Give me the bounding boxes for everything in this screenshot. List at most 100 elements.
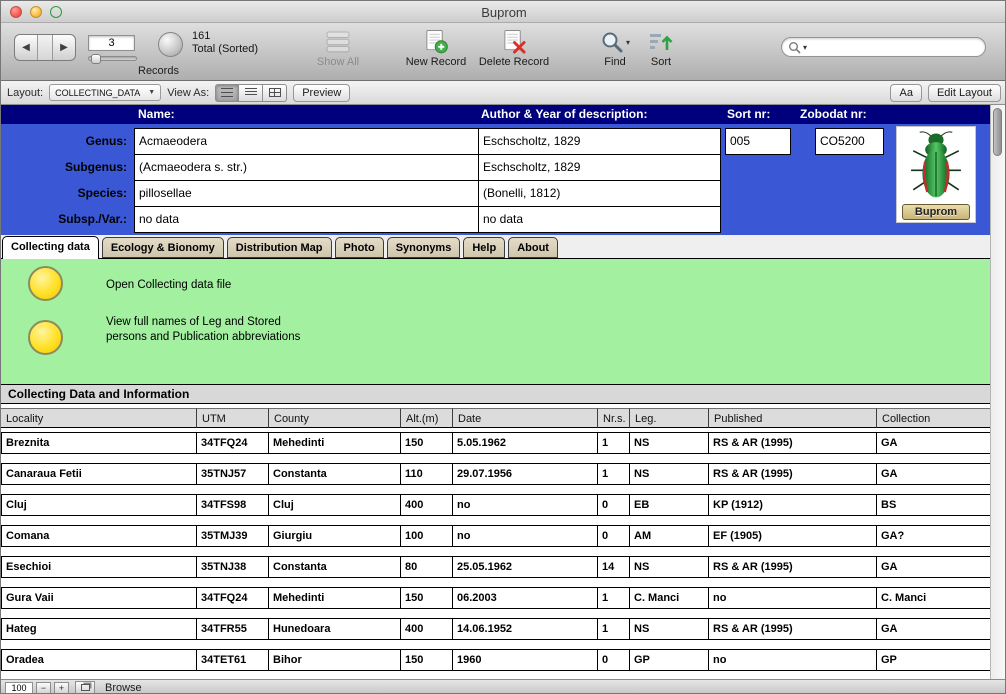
zoom-level-field[interactable]: 100: [5, 682, 33, 694]
find-dropdown-arrow[interactable]: ▾: [626, 38, 630, 47]
layout-popup[interactable]: COLLECTING_DATA ▼: [49, 84, 161, 101]
table-cell[interactable]: no: [708, 587, 877, 609]
table-cell[interactable]: C. Manci: [876, 587, 992, 609]
species-field[interactable]: pillosellae: [134, 180, 479, 207]
subgenus-field[interactable]: (Acmaeodera s. str.): [134, 154, 479, 181]
tab-synonyms[interactable]: Synonyms: [387, 237, 461, 258]
status-toolbar-toggle-button[interactable]: [75, 681, 95, 694]
table-cell[interactable]: NS: [629, 556, 709, 578]
vertical-scrollbar[interactable]: [990, 105, 1005, 679]
table-cell[interactable]: Breznita: [1, 432, 197, 454]
next-record-button[interactable]: ▶: [53, 35, 75, 60]
table-cell[interactable]: 80: [400, 556, 453, 578]
table-cell[interactable]: 34TFQ24: [196, 432, 269, 454]
table-cell[interactable]: GA: [876, 432, 992, 454]
table-cell[interactable]: NS: [629, 463, 709, 485]
table-cell[interactable]: Gura Vaii: [1, 587, 197, 609]
table-cell[interactable]: no: [708, 649, 877, 671]
table-cell[interactable]: Mehedinti: [268, 432, 401, 454]
table-cell[interactable]: C. Manci: [629, 587, 709, 609]
table-cell[interactable]: Constanta: [268, 463, 401, 485]
table-cell[interactable]: Cluj: [268, 494, 401, 516]
previous-record-button[interactable]: ◀: [15, 35, 37, 60]
table-cell[interactable]: no: [452, 525, 598, 547]
table-cell[interactable]: NS: [629, 432, 709, 454]
search-dropdown-arrow[interactable]: ▾: [803, 43, 807, 52]
table-cell[interactable]: RS & AR (1995): [708, 556, 877, 578]
table-cell[interactable]: 06.2003: [452, 587, 598, 609]
table-cell[interactable]: EF (1905): [708, 525, 877, 547]
table-cell[interactable]: 1: [597, 432, 630, 454]
table-cell[interactable]: 0: [597, 494, 630, 516]
table-cell[interactable]: GA: [876, 618, 992, 640]
table-cell[interactable]: 29.07.1956: [452, 463, 598, 485]
preview-button[interactable]: Preview: [293, 84, 350, 102]
table-cell[interactable]: Comana: [1, 525, 197, 547]
table-cell[interactable]: EB: [629, 494, 709, 516]
subgenus-author-field[interactable]: Eschscholtz, 1829: [478, 154, 721, 181]
list-view-button[interactable]: [239, 84, 263, 102]
table-cell[interactable]: 1: [597, 618, 630, 640]
table-cell[interactable]: 1: [597, 463, 630, 485]
zoom-out-button[interactable]: −: [36, 682, 51, 694]
table-cell[interactable]: Canaraua Fetii: [1, 463, 197, 485]
table-view-button[interactable]: [263, 84, 287, 102]
table-cell[interactable]: 5.05.1962: [452, 432, 598, 454]
table-cell[interactable]: 14.06.1952: [452, 618, 598, 640]
table-cell[interactable]: BS: [876, 494, 992, 516]
table-cell[interactable]: Hunedoara: [268, 618, 401, 640]
table-cell[interactable]: AM: [629, 525, 709, 547]
table-cell[interactable]: RS & AR (1995): [708, 432, 877, 454]
table-cell[interactable]: KP (1912): [708, 494, 877, 516]
zoom-in-button[interactable]: +: [54, 682, 69, 694]
subspecies-author-field[interactable]: no data: [478, 206, 721, 233]
view-full-names-button[interactable]: [28, 320, 63, 355]
table-cell[interactable]: 34TFS98: [196, 494, 269, 516]
table-cell[interactable]: GP: [876, 649, 992, 671]
tab-ecology-bionomy[interactable]: Ecology & Bionomy: [102, 237, 224, 258]
tab-help[interactable]: Help: [463, 237, 505, 258]
table-cell[interactable]: 150: [400, 649, 453, 671]
text-formatting-button[interactable]: Aa: [890, 84, 921, 102]
table-cell[interactable]: 400: [400, 494, 453, 516]
table-cell[interactable]: 150: [400, 587, 453, 609]
form-view-button[interactable]: [215, 84, 239, 102]
species-author-field[interactable]: (Bonelli, 1812): [478, 180, 721, 207]
table-cell[interactable]: Constanta: [268, 556, 401, 578]
table-cell[interactable]: Giurgiu: [268, 525, 401, 547]
table-cell[interactable]: 34TFR55: [196, 618, 269, 640]
table-cell[interactable]: Hateg: [1, 618, 197, 640]
record-slider-thumb[interactable]: [91, 54, 101, 64]
table-cell[interactable]: NS: [629, 618, 709, 640]
table-cell[interactable]: Esechioi: [1, 556, 197, 578]
table-cell[interactable]: 14: [597, 556, 630, 578]
table-cell[interactable]: RS & AR (1995): [708, 618, 877, 640]
delete-record-button[interactable]: Delete Record: [477, 30, 551, 68]
table-cell[interactable]: 34TET61: [196, 649, 269, 671]
sort-button[interactable]: Sort: [643, 30, 679, 68]
open-collecting-file-button[interactable]: [28, 266, 63, 301]
table-cell[interactable]: 0: [597, 649, 630, 671]
genus-field[interactable]: Acmaeodera: [134, 128, 479, 155]
table-cell[interactable]: GA?: [876, 525, 992, 547]
table-cell[interactable]: 34TFQ24: [196, 587, 269, 609]
table-cell[interactable]: GP: [629, 649, 709, 671]
table-cell[interactable]: Oradea: [1, 649, 197, 671]
table-cell[interactable]: 0: [597, 525, 630, 547]
new-record-button[interactable]: New Record: [403, 30, 469, 68]
table-cell[interactable]: 400: [400, 618, 453, 640]
zobodat-nr-field[interactable]: CO5200: [815, 128, 884, 155]
table-cell[interactable]: Bihor: [268, 649, 401, 671]
table-cell[interactable]: 1960: [452, 649, 598, 671]
current-record-field[interactable]: 3: [88, 35, 135, 51]
table-cell[interactable]: Cluj: [1, 494, 197, 516]
record-dial[interactable]: [158, 32, 183, 57]
tab-distribution-map[interactable]: Distribution Map: [227, 237, 332, 258]
sort-nr-field[interactable]: 005: [725, 128, 791, 155]
tab-photo[interactable]: Photo: [335, 237, 384, 258]
genus-author-field[interactable]: Eschscholtz, 1829: [478, 128, 721, 155]
table-cell[interactable]: 35TNJ57: [196, 463, 269, 485]
tab-about[interactable]: About: [508, 237, 558, 258]
table-cell[interactable]: 35TNJ38: [196, 556, 269, 578]
find-button[interactable]: ▾ Find: [593, 30, 637, 68]
